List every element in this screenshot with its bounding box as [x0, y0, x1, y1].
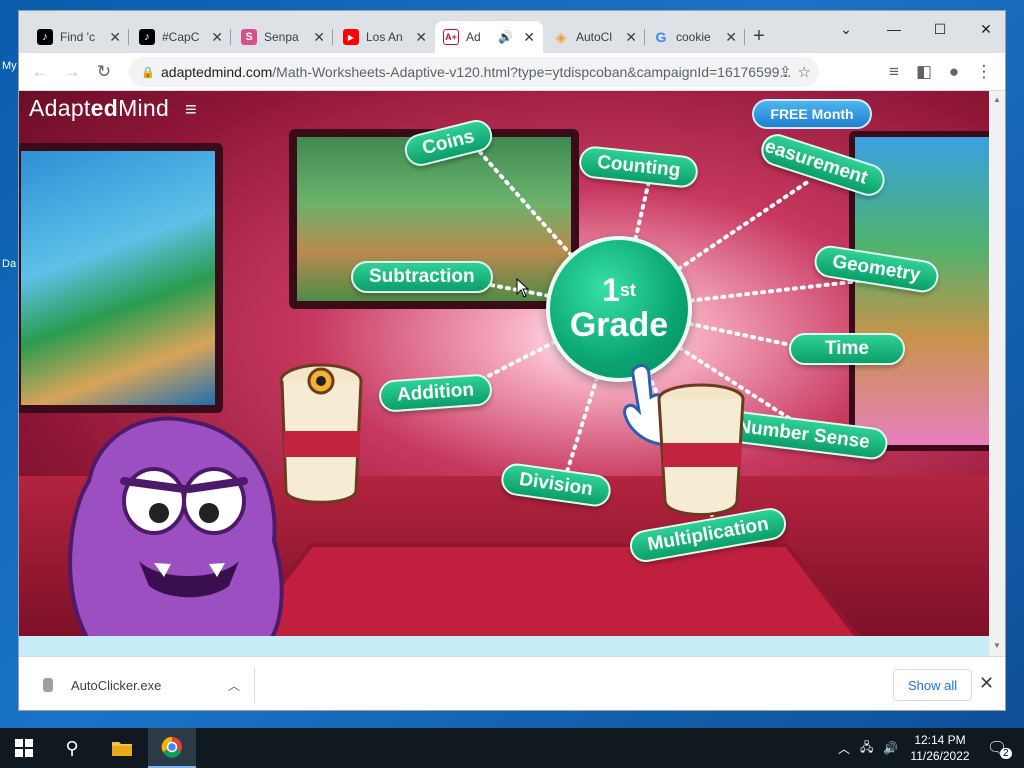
clock-time: 12:14 PM	[914, 733, 966, 747]
adaptedmind-logo[interactable]: AdaptedMind	[29, 95, 169, 122]
volume-icon[interactable]: 🔊	[883, 741, 898, 755]
scroll-down-icon[interactable]: ▼	[993, 641, 1001, 650]
network-icon[interactable]: 🖧	[860, 738, 873, 759]
hamburger-menu-icon[interactable]: ≡	[185, 99, 197, 122]
back-button[interactable]: ←	[25, 57, 55, 87]
close-icon[interactable]: ✕	[415, 29, 427, 46]
download-bar: AutoClicker.exe ︿ Show all ✕	[19, 656, 1005, 710]
url-host: adaptedmind.com	[161, 64, 273, 80]
tab-label: #CapC	[162, 30, 200, 44]
desktop-icon-label[interactable]: Da	[2, 258, 16, 270]
close-icon[interactable]: ✕	[625, 29, 637, 46]
file-icon	[43, 678, 53, 692]
logo-text-bold: ed	[90, 95, 119, 121]
tab-tiktok-capcut[interactable]: ♪ #CapC ✕	[131, 21, 231, 53]
rug-decoration	[211, 543, 887, 636]
taskbar: ⚲ ︿ 🖧 🔊 12:14 PM 11/26/2022 🗨 2	[0, 728, 1024, 768]
close-icon[interactable]: ✕	[211, 29, 223, 46]
chevron-up-icon[interactable]: ︿	[838, 740, 850, 757]
address-bar[interactable]: 🔒 adaptedmind.com/Math-Worksheets-Adapti…	[129, 57, 819, 87]
vertical-scrollbar[interactable]: ▲ ▼	[989, 91, 1005, 656]
notification-count-badge: 2	[1000, 748, 1012, 759]
pirate-island-painting	[19, 143, 223, 413]
file-explorer-icon[interactable]	[102, 728, 142, 768]
close-icon[interactable]: ✕	[725, 29, 737, 46]
clock-date: 11/26/2022	[910, 749, 970, 763]
topic-subtraction[interactable]: Subtraction	[351, 261, 493, 293]
close-icon[interactable]: ✕	[313, 29, 325, 46]
tab-strip: ♪ Find 'c ✕ ♪ #CapC ✕ S Senpa ✕ ▶ Los An…	[19, 11, 1005, 53]
url-text[interactable]: adaptedmind.com/Math-Worksheets-Adaptive…	[161, 64, 801, 80]
grade-number: 1st	[602, 272, 636, 308]
menu-kebab-icon[interactable]: ⋮	[969, 57, 999, 87]
reload-button[interactable]: ↻	[89, 57, 119, 87]
youtube-icon: ▶	[343, 29, 359, 45]
bookmark-star-icon[interactable]: ☆	[798, 63, 811, 81]
topic-addition[interactable]: Addition	[378, 373, 494, 413]
profile-avatar-icon[interactable]: ●	[939, 57, 969, 87]
tab-label: cookie	[676, 30, 711, 44]
close-icon[interactable]: ✕	[523, 29, 535, 46]
window-close-button[interactable]: ✕	[963, 15, 1005, 43]
free-month-button[interactable]: FREE Month	[752, 99, 872, 129]
close-icon[interactable]: ✕	[109, 29, 121, 46]
minimize-button[interactable]: —	[871, 15, 917, 43]
tab-label: Ad	[466, 30, 481, 44]
tab-tiktok-find[interactable]: ♪ Find 'c ✕	[29, 21, 129, 53]
chrome-taskbar-icon[interactable]	[148, 728, 196, 768]
forward-button[interactable]: →	[57, 57, 87, 87]
page-content: AdaptedMind ≡ FREE Month Coins Counting …	[19, 91, 991, 636]
grade-word: Grade	[569, 306, 669, 344]
media-control-icon[interactable]: ≡	[879, 57, 909, 87]
download-file-name: AutoClicker.exe	[71, 677, 162, 693]
tab-label: AutoCl	[576, 30, 613, 44]
mouse-cursor-icon	[516, 278, 530, 298]
topic-time[interactable]: Time	[789, 333, 905, 365]
scroll-up-icon[interactable]: ▲	[993, 95, 1001, 104]
show-all-button[interactable]: Show all	[893, 669, 973, 701]
tiktok-icon: ♪	[139, 29, 155, 45]
page-footer-strip	[19, 636, 991, 656]
google-icon: G	[655, 29, 667, 45]
browser-toolbar: ← → ↻ 🔒 adaptedmind.com/Math-Worksheets-…	[19, 53, 1005, 91]
tab-search-button[interactable]: ⌄	[823, 15, 869, 43]
first-grade-button[interactable]: 1st Grade	[546, 236, 692, 382]
clock[interactable]: 12:14 PM 11/26/2022	[900, 732, 980, 764]
autoclicker-icon: ◈	[555, 28, 567, 45]
chevron-up-icon[interactable]: ︿	[228, 677, 240, 694]
senpai-icon: S	[241, 29, 257, 45]
audio-playing-icon[interactable]: 🔊	[498, 30, 513, 44]
download-bar-close-icon[interactable]: ✕	[979, 673, 994, 694]
logo-text-part: Mind	[118, 95, 170, 121]
share-icon[interactable]: ⇪	[779, 63, 792, 81]
tab-youtube[interactable]: ▶ Los An ✕	[335, 21, 435, 53]
search-icon[interactable]: ⚲	[54, 728, 90, 768]
tab-adaptedmind[interactable]: A+ Ad 🔊 ✕	[435, 21, 543, 53]
jar-decoration	[657, 383, 745, 516]
topic-counting[interactable]: Counting	[577, 144, 700, 190]
new-tab-button[interactable]: +	[747, 25, 771, 48]
tab-label: Los An	[366, 30, 403, 44]
tab-label: Senpa	[264, 30, 299, 44]
browser-window: ♪ Find 'c ✕ ♪ #CapC ✕ S Senpa ✕ ▶ Los An…	[18, 10, 1006, 711]
system-tray: ︿ 🖧 🔊	[838, 728, 898, 768]
windows-icon	[15, 739, 33, 757]
side-panel-icon[interactable]: ◧	[909, 57, 939, 87]
start-button[interactable]	[6, 728, 42, 768]
desktop-icon-label[interactable]: My	[2, 60, 17, 72]
tab-google-cookie[interactable]: G cookie ✕	[645, 21, 745, 53]
purple-monster-mascot	[68, 416, 284, 636]
tab-senpai[interactable]: S Senpa ✕	[233, 21, 333, 53]
logo-text-part: Adapt	[29, 95, 91, 121]
adaptedmind-icon: A+	[443, 29, 459, 45]
maximize-button[interactable]: ☐	[917, 15, 963, 43]
lock-icon[interactable]: 🔒	[141, 66, 155, 79]
tiktok-icon: ♪	[37, 29, 53, 45]
tab-label: Find 'c	[60, 30, 95, 44]
notifications-icon[interactable]: 🗨 2	[982, 728, 1012, 768]
download-item[interactable]: AutoClicker.exe ︿	[37, 667, 255, 703]
tab-autoclicker[interactable]: ◈ AutoCl ✕	[545, 21, 645, 53]
url-path: /Math-Worksheets-Adaptive-v120.html?type…	[272, 64, 792, 80]
